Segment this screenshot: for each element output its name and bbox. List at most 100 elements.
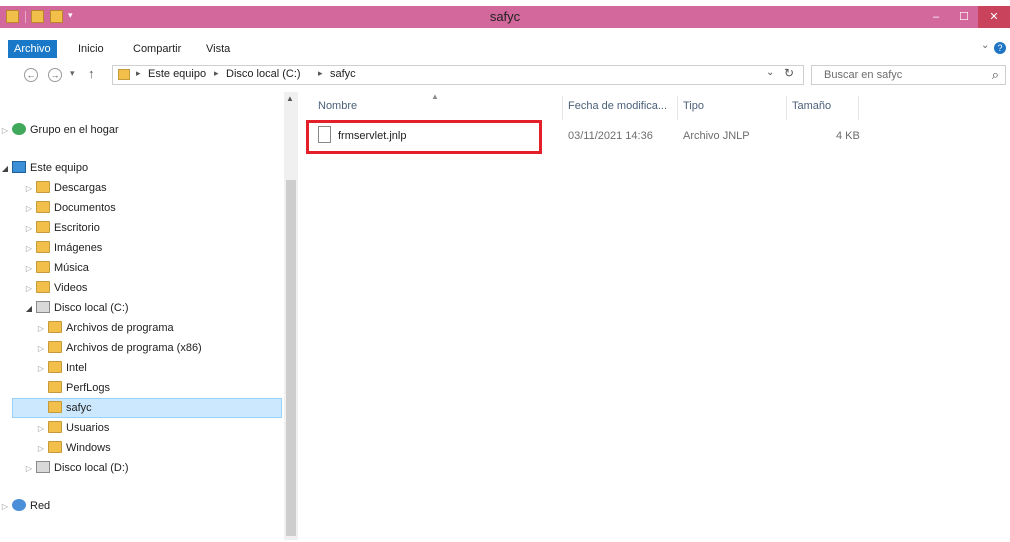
sidebar-item-este-equipo[interactable]: ◢ Este equipo — [0, 158, 88, 178]
column-divider[interactable] — [858, 96, 859, 120]
sidebar-item-documentos[interactable]: ▷ Documentos — [24, 198, 116, 218]
address-dropdown-icon[interactable]: ⌄ — [766, 67, 774, 78]
expand-arrow-icon[interactable]: ▷ — [0, 121, 10, 141]
scrollbar-thumb[interactable] — [286, 180, 296, 536]
search-icon[interactable]: ⌕ — [992, 67, 999, 83]
minimize-button[interactable]: ‒ — [922, 6, 950, 28]
documents-folder-icon — [36, 201, 50, 214]
ribbon-expand-icon[interactable]: ⌄ — [981, 40, 989, 51]
sidebar-item-label: Descargas — [54, 182, 107, 194]
maximize-button[interactable]: ☐ — [950, 6, 978, 28]
close-button[interactable]: ✕ — [978, 6, 1010, 28]
sidebar-item-label: Grupo en el hogar — [30, 124, 119, 136]
expand-arrow-icon[interactable]: ▷ — [36, 339, 46, 359]
expand-arrow-icon[interactable]: ▷ — [24, 179, 34, 199]
search-placeholder: Buscar en safyc — [824, 69, 903, 81]
folder-icon — [48, 341, 62, 354]
sort-ascending-icon: ▲ — [431, 92, 439, 101]
tab-inicio[interactable]: Inicio — [78, 40, 104, 58]
desktop-folder-icon — [36, 221, 50, 234]
forward-button[interactable]: → — [48, 68, 62, 82]
refresh-icon[interactable]: ↻ — [784, 66, 794, 80]
chevron-right-icon: ▸ — [214, 68, 219, 78]
column-header-nombre[interactable]: Nombre — [318, 100, 357, 112]
sidebar-item-archivos-de-programa-x86[interactable]: ▷ Archivos de programa (x86) — [36, 338, 202, 358]
sidebar-item-videos[interactable]: ▷ Videos — [24, 278, 87, 298]
folder-icon — [48, 381, 62, 394]
title-bar[interactable]: ▾ safyc ‒ ☐ ✕ — [0, 6, 1010, 28]
expand-arrow-icon[interactable]: ▷ — [24, 219, 34, 239]
search-input[interactable]: Buscar en safyc ⌕ — [811, 65, 1006, 85]
expand-arrow-icon[interactable]: ▷ — [24, 259, 34, 279]
sidebar-item-disco-local-c[interactable]: ◢ Disco local (C:) — [24, 298, 129, 318]
sidebar-item-label: Videos — [54, 282, 88, 294]
sidebar-item-safyc[interactable]: safyc — [36, 398, 92, 418]
sidebar-item-grupo-en-el-hogar[interactable]: ▷ Grupo en el hogar — [0, 120, 119, 140]
collapse-arrow-icon[interactable]: ◢ — [0, 159, 10, 179]
sidebar-item-red[interactable]: ▷ Red — [0, 496, 50, 516]
column-divider[interactable] — [786, 96, 787, 120]
expand-arrow-icon[interactable]: ▷ — [24, 459, 34, 479]
tab-compartir[interactable]: Compartir — [133, 40, 181, 58]
sidebar-item-windows[interactable]: ▷ Windows — [36, 438, 111, 458]
folder-icon — [48, 361, 62, 374]
tab-vista[interactable]: Vista — [206, 40, 230, 58]
folder-icon — [48, 401, 62, 414]
annotation-highlight-box — [306, 120, 542, 154]
recent-locations-icon[interactable]: ▾ — [70, 68, 75, 79]
expand-arrow-icon[interactable]: ▷ — [36, 439, 46, 459]
expand-arrow-icon[interactable]: ▷ — [24, 279, 34, 299]
sidebar-item-perflogs[interactable]: PerfLogs — [36, 378, 110, 398]
sidebar-item-label: Archivos de programa — [66, 322, 174, 334]
sidebar-item-archivos-de-programa[interactable]: ▷ Archivos de programa — [36, 318, 174, 338]
sidebar-item-label: Documentos — [54, 202, 116, 214]
sidebar-item-intel[interactable]: ▷ Intel — [36, 358, 87, 378]
expand-arrow-icon[interactable]: ▷ — [0, 497, 10, 517]
navigation-pane: ▷ Grupo en el hogar ◢ Este equipo ▷ Descarg… — [0, 90, 298, 542]
sidebar-item-label: Disco local (C:) — [54, 302, 129, 314]
sidebar-item-usuarios[interactable]: ▷ Usuarios — [36, 418, 109, 438]
breadcrumb-safyc[interactable]: safyc — [330, 68, 356, 80]
sidebar-item-label: Este equipo — [30, 162, 89, 174]
up-button[interactable]: ↑ — [88, 66, 95, 81]
sidebar-item-label: Archivos de programa (x86) — [66, 342, 202, 354]
downloads-folder-icon — [36, 181, 50, 194]
tab-archivo[interactable]: Archivo — [8, 40, 57, 58]
sidebar-item-musica[interactable]: ▷ Música — [24, 258, 89, 278]
homegroup-icon — [12, 123, 26, 136]
sidebar-item-label: Música — [54, 262, 89, 274]
column-divider[interactable] — [562, 96, 563, 120]
expand-arrow-icon[interactable]: ▷ — [24, 199, 34, 219]
folder-icon — [48, 421, 62, 434]
scroll-up-icon[interactable]: ▲ — [286, 94, 294, 103]
videos-folder-icon — [36, 281, 50, 294]
column-header-fecha[interactable]: Fecha de modifica... — [568, 100, 667, 112]
column-header-tamano[interactable]: Tamaño — [792, 100, 831, 112]
sidebar-item-imagenes[interactable]: ▷ Imágenes — [24, 238, 102, 258]
column-header-tipo[interactable]: Tipo — [683, 100, 704, 112]
sidebar-item-label: Intel — [66, 362, 87, 374]
sidebar-item-disco-local-d[interactable]: ▷ Disco local (D:) — [24, 458, 129, 478]
breadcrumb-este-equipo[interactable]: Este equipo — [148, 68, 206, 80]
expand-arrow-icon[interactable]: ▷ — [24, 239, 34, 259]
network-icon — [12, 499, 26, 512]
local-disk-icon — [36, 301, 50, 314]
pictures-folder-icon — [36, 241, 50, 254]
computer-icon — [12, 161, 26, 174]
sidebar-item-label: Imágenes — [54, 242, 103, 254]
expand-arrow-icon[interactable]: ▷ — [36, 319, 46, 339]
sidebar-item-descargas[interactable]: ▷ Descargas — [24, 178, 107, 198]
back-button[interactable]: ← — [24, 68, 38, 82]
collapse-arrow-icon[interactable]: ◢ — [24, 299, 34, 319]
help-icon[interactable]: ? — [994, 42, 1006, 54]
chevron-right-icon: ▸ — [318, 68, 323, 78]
expand-arrow-icon[interactable]: ▷ — [36, 419, 46, 439]
sidebar-item-label: Escritorio — [54, 222, 100, 234]
breadcrumb-disco-local[interactable]: Disco local (C:) — [226, 68, 301, 80]
local-disk-icon — [36, 461, 50, 474]
expand-arrow-icon[interactable]: ▷ — [36, 359, 46, 379]
sidebar-item-escritorio[interactable]: ▷ Escritorio — [24, 218, 100, 238]
column-divider[interactable] — [677, 96, 678, 120]
file-type: Archivo JNLP — [683, 130, 750, 142]
sidebar-item-label: Red — [30, 500, 51, 512]
